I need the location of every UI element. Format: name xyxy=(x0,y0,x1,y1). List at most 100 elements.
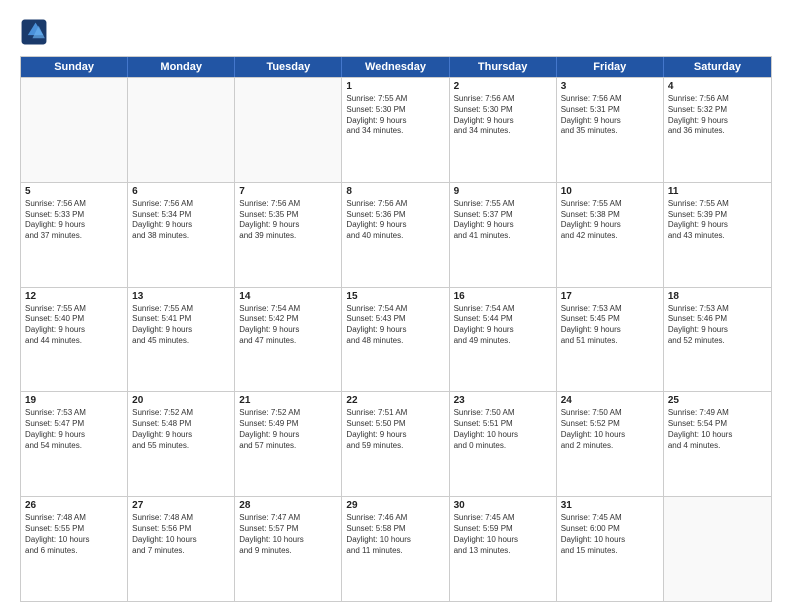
day-info: Sunrise: 7:48 AM Sunset: 5:55 PM Dayligh… xyxy=(25,513,123,556)
day-number: 29 xyxy=(346,500,444,511)
day-info: Sunrise: 7:55 AM Sunset: 5:37 PM Dayligh… xyxy=(454,199,552,242)
day-number: 22 xyxy=(346,395,444,406)
day-info: Sunrise: 7:50 AM Sunset: 5:52 PM Dayligh… xyxy=(561,408,659,451)
day-info: Sunrise: 7:45 AM Sunset: 5:59 PM Dayligh… xyxy=(454,513,552,556)
table-row: 17 Sunrise: 7:53 AM Sunset: 5:45 PM Dayli… xyxy=(557,288,664,392)
day-number: 31 xyxy=(561,500,659,511)
header xyxy=(20,18,772,46)
table-row: 29 Sunrise: 7:46 AM Sunset: 5:58 PM Dayli… xyxy=(342,497,449,601)
day-number: 7 xyxy=(239,186,337,197)
day-info: Sunrise: 7:53 AM Sunset: 5:46 PM Dayligh… xyxy=(668,304,767,347)
week-row-1: 1 Sunrise: 7:55 AM Sunset: 5:30 PM Daylig… xyxy=(21,77,771,182)
day-number: 18 xyxy=(668,291,767,302)
day-info: Sunrise: 7:50 AM Sunset: 5:51 PM Dayligh… xyxy=(454,408,552,451)
day-info: Sunrise: 7:51 AM Sunset: 5:50 PM Dayligh… xyxy=(346,408,444,451)
day-number: 27 xyxy=(132,500,230,511)
day-number: 30 xyxy=(454,500,552,511)
day-info: Sunrise: 7:54 AM Sunset: 5:42 PM Dayligh… xyxy=(239,304,337,347)
day-number: 19 xyxy=(25,395,123,406)
day-number: 1 xyxy=(346,81,444,92)
calendar-header: SundayMondayTuesdayWednesdayThursdayFrid… xyxy=(21,57,771,77)
day-number: 28 xyxy=(239,500,337,511)
table-row: 14 Sunrise: 7:54 AM Sunset: 5:42 PM Dayli… xyxy=(235,288,342,392)
table-row: 21Sunrise: 7:52 AM Sunset: 5:49 PM Dayli… xyxy=(235,392,342,496)
day-number: 13 xyxy=(132,291,230,302)
day-info: Sunrise: 7:52 AM Sunset: 5:49 PM Dayligh… xyxy=(239,408,337,451)
day-number: 10 xyxy=(561,186,659,197)
day-info: Sunrise: 7:55 AM Sunset: 5:38 PM Dayligh… xyxy=(561,199,659,242)
table-row: 9 Sunrise: 7:55 AM Sunset: 5:37 PM Daylig… xyxy=(450,183,557,287)
table-row: 27 Sunrise: 7:48 AM Sunset: 5:56 PM Dayli… xyxy=(128,497,235,601)
table-row xyxy=(235,78,342,182)
table-row: 28 Sunrise: 7:47 AM Sunset: 5:57 PM Dayli… xyxy=(235,497,342,601)
day-number: 25 xyxy=(668,395,767,406)
day-info: Sunrise: 7:55 AM Sunset: 5:39 PM Dayligh… xyxy=(668,199,767,242)
header-day-tuesday: Tuesday xyxy=(235,57,342,77)
table-row: 23 Sunrise: 7:50 AM Sunset: 5:51 PM Dayli… xyxy=(450,392,557,496)
table-row: 19Sunrise: 7:53 AM Sunset: 5:47 PM Dayli… xyxy=(21,392,128,496)
logo xyxy=(20,18,52,46)
day-number: 3 xyxy=(561,81,659,92)
day-number: 24 xyxy=(561,395,659,406)
table-row: 13Sunrise: 7:55 AM Sunset: 5:41 PM Dayli… xyxy=(128,288,235,392)
header-day-monday: Monday xyxy=(128,57,235,77)
table-row: 4 Sunrise: 7:56 AM Sunset: 5:32 PM Daylig… xyxy=(664,78,771,182)
day-info: Sunrise: 7:56 AM Sunset: 5:30 PM Dayligh… xyxy=(454,94,552,137)
table-row: 25 Sunrise: 7:49 AM Sunset: 5:54 PM Dayli… xyxy=(664,392,771,496)
table-row: 5 Sunrise: 7:56 AM Sunset: 5:33 PM Daylig… xyxy=(21,183,128,287)
day-info: Sunrise: 7:53 AM Sunset: 5:45 PM Dayligh… xyxy=(561,304,659,347)
table-row xyxy=(128,78,235,182)
day-info: Sunrise: 7:47 AM Sunset: 5:57 PM Dayligh… xyxy=(239,513,337,556)
day-number: 8 xyxy=(346,186,444,197)
table-row: 24 Sunrise: 7:50 AM Sunset: 5:52 PM Dayli… xyxy=(557,392,664,496)
day-info: Sunrise: 7:48 AM Sunset: 5:56 PM Dayligh… xyxy=(132,513,230,556)
day-number: 2 xyxy=(454,81,552,92)
day-info: Sunrise: 7:56 AM Sunset: 5:32 PM Dayligh… xyxy=(668,94,767,137)
header-day-sunday: Sunday xyxy=(21,57,128,77)
header-day-wednesday: Wednesday xyxy=(342,57,449,77)
day-number: 5 xyxy=(25,186,123,197)
day-info: Sunrise: 7:52 AM Sunset: 5:48 PM Dayligh… xyxy=(132,408,230,451)
table-row: 26 Sunrise: 7:48 AM Sunset: 5:55 PM Dayli… xyxy=(21,497,128,601)
day-info: Sunrise: 7:56 AM Sunset: 5:33 PM Dayligh… xyxy=(25,199,123,242)
day-number: 9 xyxy=(454,186,552,197)
week-row-3: 12 Sunrise: 7:55 AM Sunset: 5:40 PM Dayli… xyxy=(21,287,771,392)
week-row-4: 19Sunrise: 7:53 AM Sunset: 5:47 PM Dayli… xyxy=(21,391,771,496)
table-row: 12 Sunrise: 7:55 AM Sunset: 5:40 PM Dayli… xyxy=(21,288,128,392)
day-number: 4 xyxy=(668,81,767,92)
table-row: 18 Sunrise: 7:53 AM Sunset: 5:46 PM Dayli… xyxy=(664,288,771,392)
day-number: 20 xyxy=(132,395,230,406)
day-info: Sunrise: 7:46 AM Sunset: 5:58 PM Dayligh… xyxy=(346,513,444,556)
day-info: Sunrise: 7:56 AM Sunset: 5:31 PM Dayligh… xyxy=(561,94,659,137)
day-info: Sunrise: 7:55 AM Sunset: 5:40 PM Dayligh… xyxy=(25,304,123,347)
calendar: SundayMondayTuesdayWednesdayThursdayFrid… xyxy=(20,56,772,602)
day-info: Sunrise: 7:54 AM Sunset: 5:44 PM Dayligh… xyxy=(454,304,552,347)
table-row: 20 Sunrise: 7:52 AM Sunset: 5:48 PM Dayli… xyxy=(128,392,235,496)
table-row: 10 Sunrise: 7:55 AM Sunset: 5:38 PM Dayli… xyxy=(557,183,664,287)
table-row: 1 Sunrise: 7:55 AM Sunset: 5:30 PM Daylig… xyxy=(342,78,449,182)
day-info: Sunrise: 7:49 AM Sunset: 5:54 PM Dayligh… xyxy=(668,408,767,451)
day-number: 15 xyxy=(346,291,444,302)
week-row-5: 26 Sunrise: 7:48 AM Sunset: 5:55 PM Dayli… xyxy=(21,496,771,601)
logo-icon xyxy=(20,18,48,46)
table-row: 22 Sunrise: 7:51 AM Sunset: 5:50 PM Dayli… xyxy=(342,392,449,496)
table-row: 16 Sunrise: 7:54 AM Sunset: 5:44 PM Dayli… xyxy=(450,288,557,392)
header-day-thursday: Thursday xyxy=(450,57,557,77)
day-number: 14 xyxy=(239,291,337,302)
table-row: 30 Sunrise: 7:45 AM Sunset: 5:59 PM Dayli… xyxy=(450,497,557,601)
table-row: 3 Sunrise: 7:56 AM Sunset: 5:31 PM Daylig… xyxy=(557,78,664,182)
day-number: 23 xyxy=(454,395,552,406)
day-info: Sunrise: 7:56 AM Sunset: 5:34 PM Dayligh… xyxy=(132,199,230,242)
day-number: 11 xyxy=(668,186,767,197)
day-number: 12 xyxy=(25,291,123,302)
table-row: 31Sunrise: 7:45 AM Sunset: 6:00 PM Dayli… xyxy=(557,497,664,601)
header-day-saturday: Saturday xyxy=(664,57,771,77)
page: SundayMondayTuesdayWednesdayThursdayFrid… xyxy=(0,0,792,612)
day-info: Sunrise: 7:55 AM Sunset: 5:30 PM Dayligh… xyxy=(346,94,444,137)
day-number: 17 xyxy=(561,291,659,302)
day-number: 26 xyxy=(25,500,123,511)
day-number: 16 xyxy=(454,291,552,302)
day-info: Sunrise: 7:56 AM Sunset: 5:36 PM Dayligh… xyxy=(346,199,444,242)
week-row-2: 5 Sunrise: 7:56 AM Sunset: 5:33 PM Daylig… xyxy=(21,182,771,287)
day-number: 6 xyxy=(132,186,230,197)
